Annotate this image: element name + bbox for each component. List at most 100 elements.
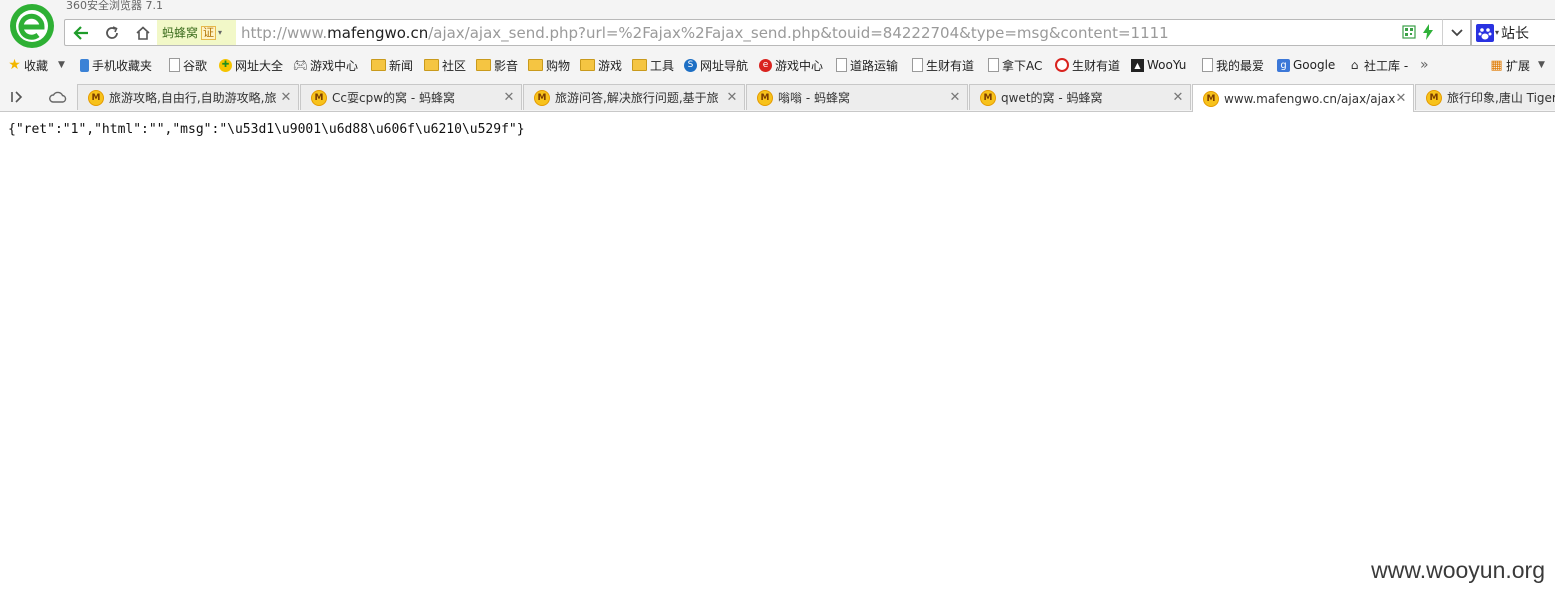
home-icon [135,25,150,40]
favorites-button[interactable]: ★ 收藏 ▼ [8,56,65,74]
browser-tab[interactable]: M 嗡嗡 - 蚂蜂窝 ✕ [746,84,968,110]
game-center-icon: e [759,58,772,72]
close-icon[interactable]: ✕ [503,90,515,105]
window-title: 360安全浏览器 7.1 [66,0,163,12]
mafengwo-favicon: M [1426,89,1442,106]
bookmark-label: 生财有道 [1072,58,1121,73]
bookmark-item[interactable]: 生财有道 [912,56,974,74]
browser-tab[interactable]: M 旅游攻略,自由行,自助游攻略,旅 ✕ [77,84,299,110]
bookmark-item[interactable]: g Google [1277,56,1335,74]
site-icon: ✚ [219,58,232,72]
bookmark-label: 网址大全 [235,58,284,73]
bookmark-item[interactable]: ⌂ 社工库 - [1348,56,1408,74]
bookmark-item[interactable]: 谷歌 [169,56,207,74]
browser-tab[interactable]: M Cc耍cpw的窝 - 蚂蜂窝 ✕ [300,84,522,110]
lock-icon: ⌂ [1350,58,1359,72]
url-path: /ajax/ajax_send.php?url=%2Fajax%2Fajax_s… [428,24,1169,42]
lightning-icon[interactable] [1422,24,1434,40]
bookmark-item[interactable]: 工具 [632,56,674,74]
mafengwo-favicon: M [757,89,773,106]
close-icon[interactable]: ✕ [1172,90,1184,105]
bookmark-item[interactable]: 我的最爱 [1202,56,1264,74]
bookmark-label: Google [1293,58,1336,72]
google-icon: g [1277,58,1290,72]
browser-tab[interactable]: M 旅行印象,唐山 Tiger [1415,84,1555,110]
back-arrow-icon [72,25,88,40]
bookmark-label: 拿下AC [1002,58,1043,73]
bookmark-item[interactable]: 道路运输 [836,56,898,74]
bookmark-item[interactable]: 手机收藏夹 [80,56,152,74]
browser-tab-active[interactable]: Mwww.mafengwo.cn/ajax/ajax_ ✕ [1192,84,1414,112]
home-button[interactable] [127,20,158,45]
site-certificate[interactable]: 蚂蜂窝 证 ▾ [157,19,236,46]
bookmark-item[interactable]: 新闻 [371,56,413,74]
reload-button[interactable] [96,20,127,45]
tab-strip: M 旅游攻略,自由行,自助游攻略,旅 ✕ M Cc耍cpw的窝 - 蚂蜂窝 ✕ M 旅游问… [0,84,1555,112]
extensions-button[interactable]: ▦ 扩展 ▼ [1490,56,1545,74]
search-label: 站长 [1501,25,1530,42]
bookmark-item[interactable]: 🎮︎ 游戏中心 [292,56,359,74]
bookmark-label: 手机收藏夹 [92,58,153,73]
bookmark-label: 谷歌 [183,58,208,73]
folder-icon [632,59,647,71]
bookmark-label: 我的最爱 [1216,58,1265,73]
bookmark-item[interactable]: S 网址导航 [684,56,748,74]
bookmark-item[interactable]: ✚ 网址大全 [219,56,283,74]
navigation-buttons [64,19,159,46]
star-icon: ★ [8,57,21,73]
back-button[interactable] [65,20,96,45]
bookmark-item[interactable]: e 游戏中心 [759,56,823,74]
bookmark-label: 游戏中心 [310,58,359,73]
browser-tab[interactable]: Mqwet的窝 - 蚂蜂窝 ✕ [969,84,1191,110]
folder-icon [528,59,543,71]
close-icon[interactable]: ✕ [949,90,961,105]
page-icon [169,58,180,72]
more-bookmarks-button[interactable]: » [1420,56,1429,74]
close-icon[interactable]: ✕ [726,90,738,105]
tab-title: 嗡嗡 - 蚂蜂窝 [778,91,850,105]
bookmark-label: 工具 [650,58,675,73]
tab-title: Cc耍cpw的窝 - 蚂蜂窝 [332,91,455,105]
bookmark-label: 社区 [442,58,467,73]
cert-badge: 证 [201,25,217,40]
tab-title: 旅游问答,解决旅行问题,基于旅 [555,91,719,105]
bookmark-item[interactable]: 游戏 [580,56,622,74]
search-engine-box[interactable]: ▾ 站长 [1471,19,1555,46]
chevron-down-icon [1450,28,1463,36]
bookmark-item[interactable]: ▲ WooYu [1131,56,1186,74]
mafengwo-favicon: M [1203,90,1219,107]
browser-tab[interactable]: M 旅游问答,解决旅行问题,基于旅 ✕ [523,84,745,110]
watermark: www.wooyun.org [1371,557,1545,583]
gamepad-icon: 🎮︎ [292,58,309,72]
mafengwo-favicon: M [88,89,104,106]
page-icon [912,58,923,72]
bookmark-label: 游戏中心 [775,58,824,73]
bookmark-item[interactable]: 购物 [528,56,570,74]
bookmark-item[interactable]: 社区 [424,56,466,74]
url-text: http://www.mafengwo.cn/ajax/ajax_send.ph… [241,24,1169,42]
url-dropdown-button[interactable] [1442,19,1471,46]
close-icon[interactable]: ✕ [1395,91,1407,106]
tab-title: 旅游攻略,自由行,自助游攻略,旅 [109,91,277,105]
address-toolbar: 蚂蜂窝 证 ▾ http://www.mafengwo.cn/ajax/ajax… [64,19,1555,46]
bookmark-label: WooYu [1147,58,1187,72]
bookmark-label: 影音 [494,58,519,73]
bookmark-item[interactable]: 生财有道 [1055,56,1120,74]
url-input[interactable]: http://www.mafengwo.cn/ajax/ajax_send.ph… [236,19,1469,46]
baidu-paw-icon [1476,23,1494,42]
page-icon [1202,58,1213,72]
mafengwo-favicon: M [311,89,327,106]
close-icon[interactable]: ✕ [280,90,292,105]
bookmark-item[interactable]: 拿下AC [988,56,1042,74]
qr-code-icon[interactable] [1402,25,1416,39]
url-host: mafengwo.cn [327,24,429,42]
bookmark-label: 新闻 [389,58,414,73]
favorites-label: 收藏 [24,58,49,73]
browser-logo-icon [10,4,54,48]
bookmark-item[interactable]: 影音 [476,56,518,74]
bookmark-label: 购物 [546,58,571,73]
sidebar-toggle-button[interactable] [10,89,24,108]
bookmarks-bar: ★ 收藏 ▼ 手机收藏夹 谷歌 ✚ 网址大全 🎮︎ 游戏中心 新闻 社区 影音 购物… [0,53,1555,77]
cloud-sync-button[interactable] [49,89,67,108]
folder-icon [424,59,439,71]
